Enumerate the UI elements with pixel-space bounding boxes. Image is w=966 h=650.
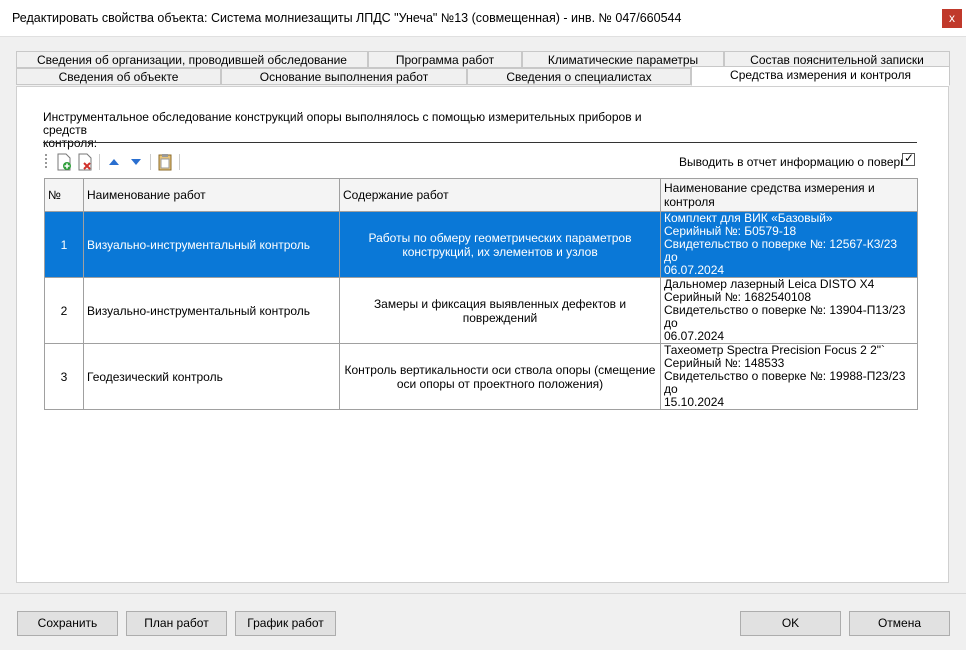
- footer-divider: [0, 593, 966, 594]
- work-plan-button[interactable]: План работ: [126, 611, 227, 636]
- column-header-work-name[interactable]: Наименование работ: [83, 178, 340, 212]
- toolbar-separator: [150, 154, 151, 170]
- verification-checkbox[interactable]: ✓: [902, 151, 915, 166]
- work-content-cell[interactable]: Контроль вертикальности оси ствола опоры…: [339, 343, 661, 410]
- tab-organization[interactable]: Сведения об организации, проводившей обс…: [16, 51, 368, 68]
- checkmark-icon: ✓: [904, 151, 915, 165]
- work-name-cell[interactable]: Визуально-инструментальный контроль: [83, 277, 340, 344]
- instrument-cell[interactable]: Тахеометр Spectra Precision Focus 2 2"` …: [660, 343, 918, 410]
- intro-line-2: контроля:: [43, 136, 98, 150]
- table-header-row: № Наименование работ Содержание работ На…: [44, 178, 918, 212]
- instrument-certificate: Свидетельство о поверке №: 19988-П23/23 …: [664, 369, 906, 396]
- work-content-cell[interactable]: Работы по обмеру геометрических параметр…: [339, 211, 661, 278]
- work-schedule-button[interactable]: График работ: [235, 611, 336, 636]
- row-number[interactable]: 2: [44, 277, 84, 344]
- move-up-icon[interactable]: [105, 153, 123, 171]
- close-button[interactable]: x: [942, 9, 962, 28]
- toolbar-separator: [179, 154, 180, 170]
- title-bar: Редактировать свойства объекта: Система …: [0, 0, 966, 37]
- column-header-work-content[interactable]: Содержание работ: [339, 178, 661, 212]
- tab-work-program[interactable]: Программа работ: [368, 51, 522, 68]
- instrument-valid-until: 15.10.2024: [664, 395, 725, 409]
- move-down-icon[interactable]: [127, 153, 145, 171]
- work-content-cell[interactable]: Замеры и фиксация выявленных дефектов и …: [339, 277, 661, 344]
- toolbar-separator: [99, 154, 100, 170]
- intro-line-1: Инструментальное обследование конструкци…: [43, 110, 642, 137]
- column-header-number[interactable]: №: [44, 178, 84, 212]
- work-name-cell[interactable]: Геодезический контроль: [83, 343, 340, 410]
- add-row-icon[interactable]: [55, 153, 73, 171]
- instrument-valid-until: 06.07.2024: [664, 263, 725, 277]
- row-number[interactable]: 3: [44, 343, 84, 410]
- paste-icon[interactable]: [156, 153, 174, 171]
- instrument-valid-until: 06.07.2024: [664, 329, 725, 343]
- ok-button[interactable]: OK: [740, 611, 841, 636]
- instrument-cell[interactable]: Комплект для ВИК «Базовый» Серийный №: Б…: [660, 211, 918, 278]
- verification-checkbox-label: Выводить в отчет информацию о поверке: [679, 155, 913, 169]
- intro-text: Инструментальное обследование конструкци…: [43, 111, 643, 150]
- table-row[interactable]: 2 Визуально-инструментальный контроль За…: [44, 277, 918, 344]
- column-header-instrument[interactable]: Наименование средства измерения и контро…: [660, 178, 918, 212]
- tab-strip: Сведения об организации, проводившей обс…: [16, 50, 950, 86]
- instrument-certificate: Свидетельство о поверке №: 12567-К3/23 д…: [664, 237, 898, 264]
- tab-panel: Инструментальное обследование конструкци…: [16, 86, 949, 583]
- toolbar-grip: [45, 154, 47, 170]
- table-row[interactable]: 3 Геодезический контроль Контроль вертик…: [44, 343, 918, 410]
- instruments-table: № Наименование работ Содержание работ На…: [44, 178, 918, 410]
- delete-row-icon[interactable]: [76, 153, 94, 171]
- instrument-cell[interactable]: Дальномер лазерный Leica DISTO X4 Серийн…: [660, 277, 918, 344]
- tab-object-info[interactable]: Сведения об объекте: [16, 68, 221, 85]
- save-button[interactable]: Сохранить: [17, 611, 118, 636]
- tab-measuring-instruments[interactable]: Средства измерения и контроля: [691, 66, 950, 86]
- work-name-cell[interactable]: Визуально-инструментальный контроль: [83, 211, 340, 278]
- cancel-button[interactable]: Отмена: [849, 611, 950, 636]
- divider: [43, 142, 917, 143]
- row-number[interactable]: 1: [44, 211, 84, 278]
- table-row[interactable]: 1 Визуально-инструментальный контроль Ра…: [44, 211, 918, 278]
- tab-specialists[interactable]: Сведения о специалистах: [467, 68, 691, 85]
- window-title: Редактировать свойства объекта: Система …: [12, 11, 682, 25]
- instrument-certificate: Свидетельство о поверке №: 13904-П13/23 …: [664, 303, 906, 330]
- tab-work-basis[interactable]: Основание выполнения работ: [221, 68, 467, 85]
